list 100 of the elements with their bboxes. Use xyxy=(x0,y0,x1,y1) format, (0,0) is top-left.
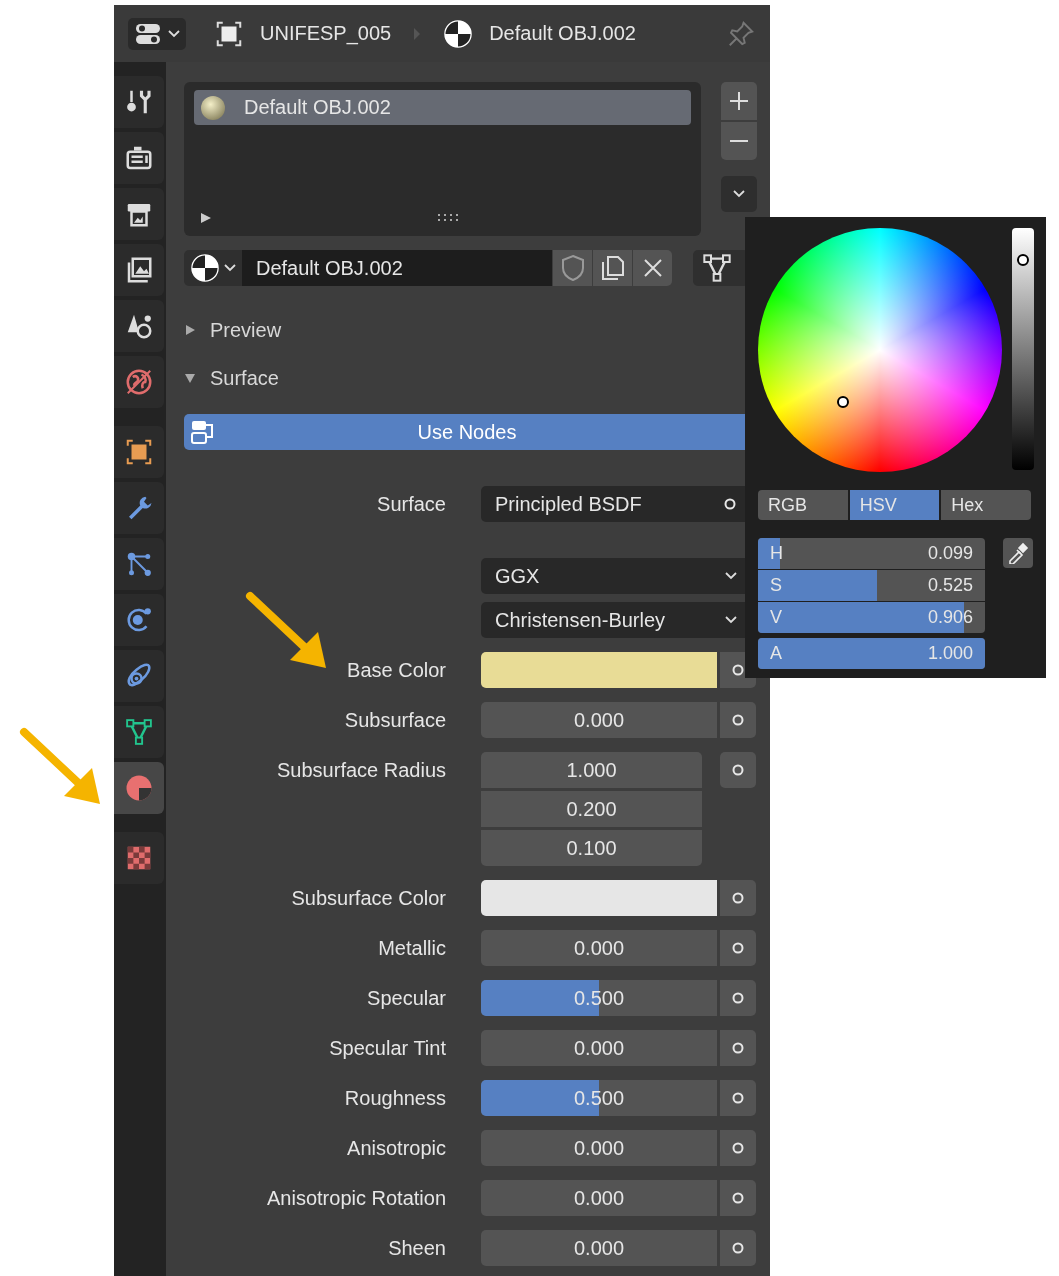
slider-field[interactable]: 0.000 xyxy=(481,1030,717,1066)
properties-tab[interactable] xyxy=(114,300,164,352)
slider-field[interactable]: 0.500 xyxy=(481,980,717,1016)
property-label: Surface xyxy=(377,492,446,517)
material-sphere-icon xyxy=(124,773,154,803)
slider-field[interactable]: 0.000 xyxy=(481,1130,717,1166)
properties-tab[interactable] xyxy=(114,650,164,702)
add-slot-button[interactable] xyxy=(721,82,757,120)
property-label: Specular Tint xyxy=(329,1036,446,1061)
eyedropper-button[interactable] xyxy=(1003,538,1033,568)
socket-button[interactable] xyxy=(720,1130,756,1166)
triangle-mesh-icon xyxy=(124,717,154,747)
properties-tab[interactable] xyxy=(114,188,164,240)
socket-button[interactable] xyxy=(720,980,756,1016)
minus-icon xyxy=(729,140,749,142)
chevron-icon xyxy=(413,26,422,41)
triangle-mesh-icon xyxy=(701,252,733,284)
color-mode-tab[interactable]: RGB xyxy=(758,490,848,520)
socket-button[interactable] xyxy=(720,1030,756,1066)
property-label: Subsurface Radius xyxy=(277,758,446,783)
unlink-button[interactable] xyxy=(633,250,672,286)
disclosure-triangle-icon[interactable] xyxy=(184,372,196,384)
socket-button[interactable] xyxy=(720,1080,756,1116)
property-label: Roughness xyxy=(344,1086,446,1111)
material-name-field[interactable]: Default OBJ.002 xyxy=(242,250,552,286)
property-label: Subsurface Color xyxy=(291,886,446,911)
value-cursor[interactable] xyxy=(1017,254,1029,267)
color-swatch[interactable] xyxy=(481,652,717,688)
number-field[interactable]: 1.000 xyxy=(481,752,702,788)
properties-tab[interactable] xyxy=(114,244,164,296)
properties-tab[interactable] xyxy=(114,832,164,884)
property-label: Anisotropic xyxy=(347,1136,446,1161)
panel-title[interactable]: Surface xyxy=(210,366,279,390)
socket-icon xyxy=(731,1041,745,1055)
socket-button[interactable] xyxy=(720,1180,756,1216)
breadcrumb-label[interactable]: UNIFESP_005 xyxy=(260,22,392,45)
socket-icon xyxy=(731,1191,745,1205)
expand-icon[interactable] xyxy=(200,212,212,224)
socket-icon xyxy=(731,663,745,677)
globe-icon xyxy=(124,367,154,397)
properties-tab[interactable] xyxy=(114,356,164,408)
square-icon xyxy=(124,437,154,467)
color-slider[interactable]: S 0.525 xyxy=(758,570,985,601)
slot-menu-button[interactable] xyxy=(721,176,757,212)
disclosure-triangle-icon[interactable] xyxy=(184,324,196,336)
socket-button[interactable] xyxy=(720,702,756,738)
socket-button[interactable] xyxy=(720,1230,756,1266)
properties-tab[interactable] xyxy=(114,482,164,534)
editor-type-button[interactable] xyxy=(128,17,186,50)
panel-title[interactable]: Preview xyxy=(210,318,282,342)
slider-field[interactable]: 0.000 xyxy=(481,930,717,966)
duplicate-button[interactable] xyxy=(593,250,632,286)
plus-icon xyxy=(729,91,749,111)
property-label: Metallic xyxy=(378,936,446,961)
properties-tab[interactable] xyxy=(114,594,164,646)
value-strip[interactable] xyxy=(1012,228,1034,470)
socket-button[interactable] xyxy=(720,880,756,916)
slider-field[interactable]: 0.000 xyxy=(481,1230,717,1266)
caret-icon xyxy=(168,28,180,39)
color-swatch[interactable] xyxy=(481,880,717,916)
socket-icon xyxy=(731,1141,745,1155)
socket-button[interactable] xyxy=(720,752,756,788)
material-slot[interactable]: Default OBJ.002 xyxy=(194,90,691,125)
color-mode-tab[interactable]: HSV xyxy=(849,490,940,520)
slider-field[interactable]: 0.000 xyxy=(481,702,717,738)
socket-icon xyxy=(731,763,745,777)
breadcrumb-label[interactable]: Default OBJ.002 xyxy=(489,22,636,45)
number-field[interactable]: 0.100 xyxy=(481,830,702,866)
browse-material-button[interactable] xyxy=(184,250,242,286)
close-icon xyxy=(642,258,663,278)
caret-icon xyxy=(224,263,236,273)
property-label: Sheen xyxy=(388,1236,446,1261)
socket-button[interactable] xyxy=(720,930,756,966)
shield-icon xyxy=(559,254,586,282)
property-label: Specular xyxy=(367,986,446,1011)
socket-icon xyxy=(731,713,745,727)
resize-grip-icon[interactable] xyxy=(437,214,460,222)
properties-tab[interactable] xyxy=(114,132,164,184)
material-icon xyxy=(190,253,220,283)
number-field[interactable]: 0.200 xyxy=(481,791,702,827)
fake-user-button[interactable] xyxy=(553,250,592,286)
eyedropper-icon xyxy=(1007,542,1029,564)
pin-icon[interactable] xyxy=(726,18,756,49)
properties-tab[interactable] xyxy=(114,706,164,758)
slider-field[interactable]: 0.000 xyxy=(481,1180,717,1216)
color-slider[interactable]: A 1.000 xyxy=(758,638,985,669)
properties-tab[interactable] xyxy=(114,426,164,478)
socket-icon xyxy=(731,1091,745,1105)
property-label: Anisotropic Rotation xyxy=(267,1186,446,1211)
property-label: Subsurface xyxy=(344,708,446,733)
properties-tab[interactable] xyxy=(114,538,164,590)
wheel-cursor[interactable] xyxy=(836,396,849,409)
material-icon xyxy=(443,18,474,49)
remove-slot-button[interactable] xyxy=(721,122,757,160)
color-mode-tab[interactable]: Hex xyxy=(941,490,1031,520)
slider-field[interactable]: 0.500 xyxy=(481,1080,717,1116)
socket-icon xyxy=(731,891,745,905)
property-label: Base Color xyxy=(347,658,446,683)
properties-tab[interactable] xyxy=(114,76,164,128)
socket-icon xyxy=(731,1241,745,1255)
